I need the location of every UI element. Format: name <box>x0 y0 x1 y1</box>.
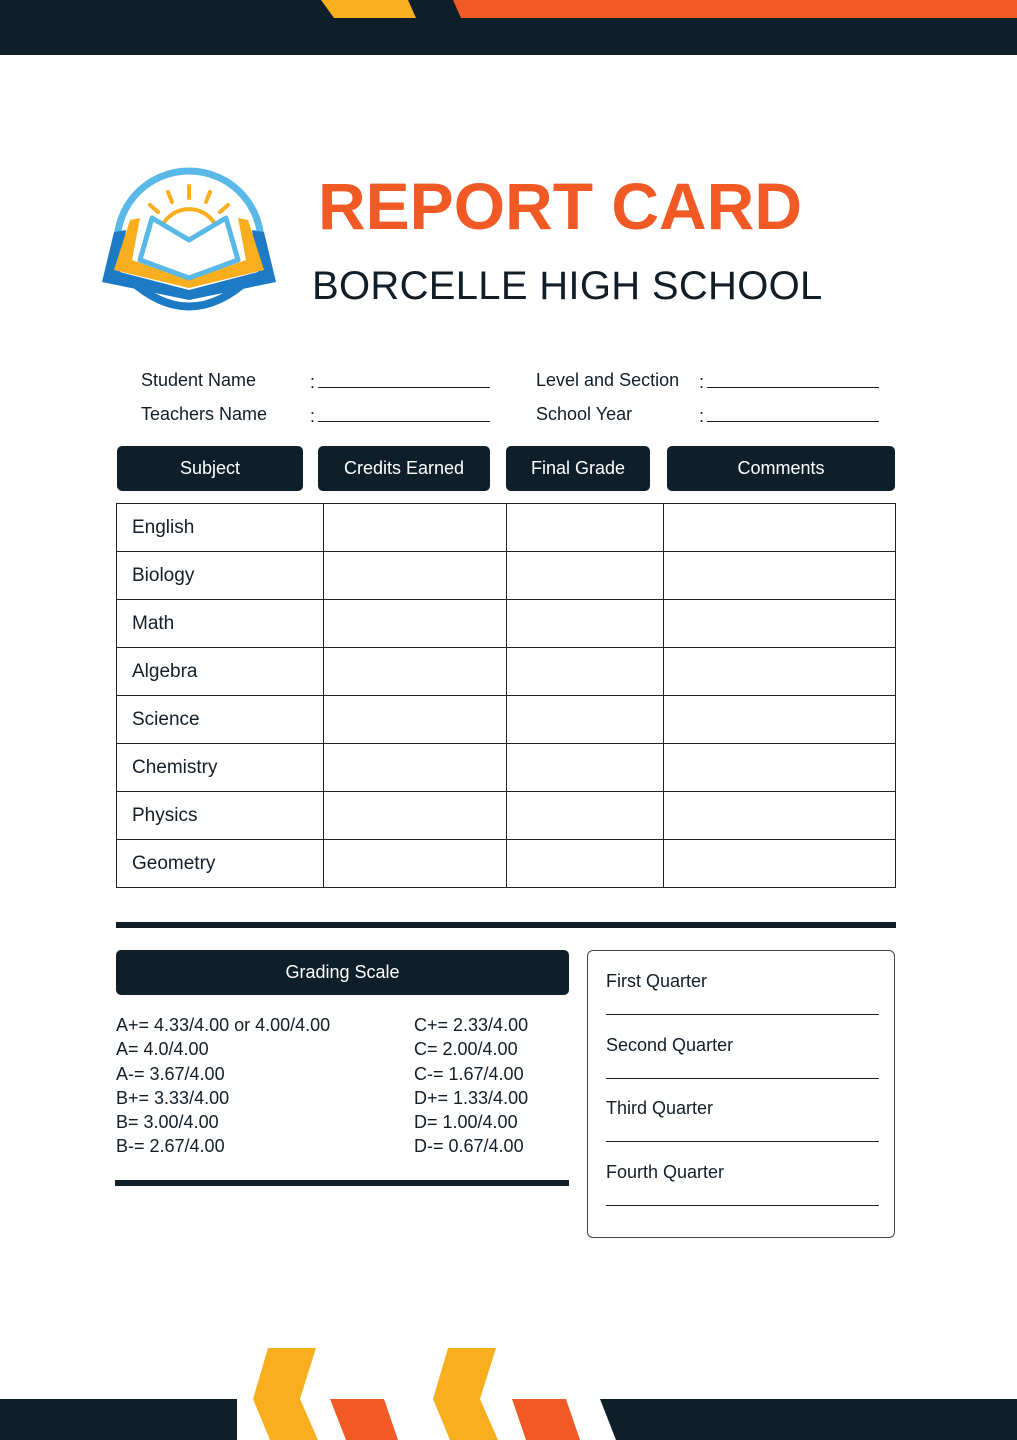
comments-cell[interactable] <box>662 695 897 744</box>
student-name-field[interactable] <box>318 387 490 388</box>
quarter-entry-line[interactable] <box>606 1077 879 1079</box>
credits-cell[interactable] <box>322 647 508 696</box>
grade-scale-entry: B= 3.00/4.00 <box>116 1112 219 1133</box>
level-section-label: Level and Section <box>536 370 680 390</box>
grading-scale-right-column: C+= 2.33/4.00 C= 2.00/4.00 C-= 1.67/4.00 D+… <box>414 1013 528 1159</box>
table-row: English <box>116 503 897 552</box>
colon: : <box>310 372 316 392</box>
credits-cell[interactable] <box>322 599 508 648</box>
grade-scale-entry: D= 1.00/4.00 <box>414 1112 518 1133</box>
credits-cell[interactable] <box>322 791 508 840</box>
quarter-label: First Quarter <box>606 971 708 991</box>
credits-cell[interactable] <box>322 503 508 552</box>
subject-cell: English <box>116 503 324 552</box>
grade-cell[interactable] <box>506 743 664 792</box>
grading-scale-divider <box>115 1180 569 1186</box>
grade-scale-entry: B+= 3.33/4.00 <box>116 1087 230 1108</box>
grade-cell[interactable] <box>506 599 664 648</box>
table-row: Science <box>116 695 897 744</box>
grade-cell[interactable] <box>506 791 664 840</box>
table-row: Biology <box>116 551 897 600</box>
grade-scale-entry: D+= 1.33/4.00 <box>414 1087 529 1108</box>
quarter-label: Fourth Quarter <box>606 1161 725 1182</box>
table-row: Chemistry <box>116 743 897 792</box>
school-year-label: School Year <box>536 404 633 424</box>
grade-scale-entry: C+= 2.33/4.00 <box>414 1015 529 1035</box>
colon: : <box>310 406 316 426</box>
bottom-decorative-bar <box>0 1348 1017 1440</box>
subject-cell: Algebra <box>116 647 324 696</box>
subject-cell: Geometry <box>116 839 324 888</box>
quarter-entry-line[interactable] <box>606 1014 879 1015</box>
grading-scale-left-column: A+= 4.33/4.00 or 4.00/4.00 A= 4.0/4.00 A-=… <box>116 1013 330 1159</box>
table-row: Algebra <box>116 647 897 696</box>
subject-cell: Math <box>116 599 324 648</box>
header-subject: Subject <box>117 446 303 491</box>
grade-scale-entry: C= 2.00/4.00 <box>414 1039 518 1060</box>
yellow-stripe <box>321 0 416 18</box>
quarter-entry-line[interactable] <box>606 1204 879 1206</box>
comments-cell[interactable] <box>662 503 897 552</box>
grading-scale-header: Grading Scale <box>116 950 569 995</box>
credits-cell[interactable] <box>322 695 508 744</box>
orange-stripe <box>453 0 1017 18</box>
grade-scale-entry: A+= 4.33/4.00 or 4.00/4.00 <box>116 1015 331 1035</box>
quarter-label: Third Quarter <box>606 1098 714 1118</box>
grade-cell[interactable] <box>506 839 664 888</box>
student-name-label: Student Name <box>141 370 257 390</box>
comments-cell[interactable] <box>662 599 897 648</box>
subject-cell: Physics <box>116 791 324 840</box>
header-final-grade: Final Grade <box>506 446 650 491</box>
colon: : <box>699 406 705 426</box>
school-year-field[interactable] <box>707 421 879 422</box>
header-credits-earned: Credits Earned <box>318 446 490 491</box>
colon: : <box>699 372 705 392</box>
quarters-box: First Quarter Second Quarter Third Quarter… <box>587 950 895 1238</box>
comments-cell[interactable] <box>662 791 897 840</box>
grade-cell[interactable] <box>506 551 664 600</box>
comments-cell[interactable] <box>662 551 897 600</box>
subject-cell: Science <box>116 695 324 744</box>
quarter-label: Second Quarter <box>606 1034 734 1055</box>
grade-cell[interactable] <box>506 647 664 696</box>
comments-cell[interactable] <box>662 743 897 792</box>
grade-scale-entry: B-= 2.67/4.00 <box>116 1136 225 1157</box>
grades-table: English Biology Math Algebra Science Chemistr… <box>116 503 897 888</box>
top-decorative-bar <box>0 0 1017 55</box>
grade-scale-entry: C-= 1.67/4.00 <box>414 1063 524 1084</box>
page-title: REPORT CARD <box>318 169 803 243</box>
school-logo-icon <box>102 167 276 311</box>
school-name: BORCELLE HIGH SCHOOL <box>312 264 823 308</box>
subject-cell: Chemistry <box>116 743 324 792</box>
level-section-field[interactable] <box>707 387 879 388</box>
section-divider <box>116 922 896 928</box>
header-comments: Comments <box>667 446 895 491</box>
teachers-name-field[interactable] <box>318 421 490 422</box>
table-row: Geometry <box>116 839 897 888</box>
grade-cell[interactable] <box>506 695 664 744</box>
quarter-entry-line[interactable] <box>606 1141 879 1142</box>
grade-scale-entry: D-= 0.67/4.00 <box>414 1136 524 1157</box>
comments-cell[interactable] <box>662 839 897 888</box>
subject-cell: Biology <box>116 551 324 600</box>
grade-scale-entry: A= 4.0/4.00 <box>116 1039 209 1060</box>
credits-cell[interactable] <box>322 743 508 792</box>
comments-cell[interactable] <box>662 647 897 696</box>
credits-cell[interactable] <box>322 551 508 600</box>
teachers-name-label: Teachers Name <box>141 404 268 424</box>
table-row: Math <box>116 599 897 648</box>
credits-cell[interactable] <box>322 839 508 888</box>
grade-cell[interactable] <box>506 503 664 552</box>
grade-scale-entry: A-= 3.67/4.00 <box>116 1063 225 1084</box>
table-row: Physics <box>116 791 897 840</box>
